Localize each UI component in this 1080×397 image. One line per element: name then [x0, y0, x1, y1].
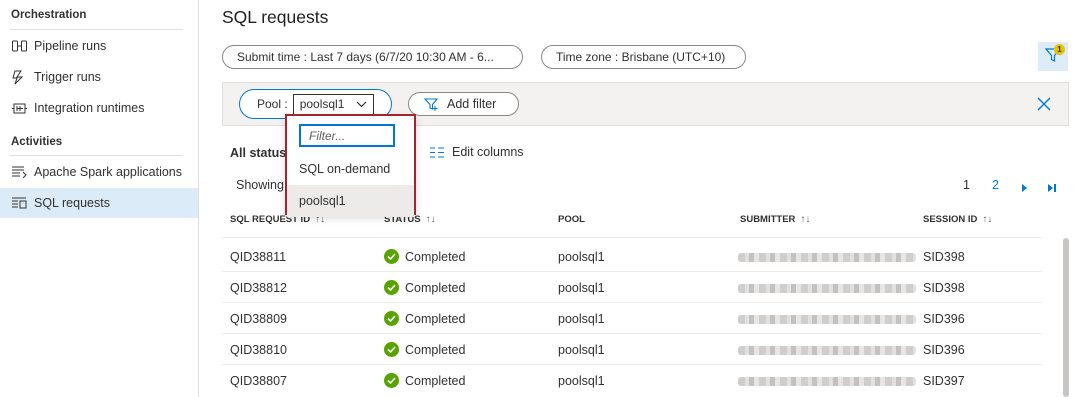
- pool-option-poolsql1[interactable]: poolsql1: [287, 185, 414, 217]
- pool-cell: poolsql1: [558, 250, 605, 264]
- request-id-cell: QID38812: [230, 281, 287, 295]
- status-cell: Completed: [384, 280, 465, 295]
- divider: [10, 155, 183, 156]
- session-id-cell: SID398: [923, 250, 965, 264]
- edit-columns-icon: [430, 147, 444, 158]
- sidebar-item-label: Integration runtimes: [34, 101, 145, 115]
- trigger-icon: [11, 69, 27, 85]
- status-cell: Completed: [384, 311, 465, 326]
- pool-filter-search-input[interactable]: Filter...: [299, 124, 395, 147]
- session-id-cell: SID396: [923, 312, 965, 326]
- close-filter-bar-button[interactable]: [1035, 95, 1053, 113]
- last-page-icon: [1048, 181, 1057, 195]
- section-title-orchestration: Orchestration: [11, 9, 87, 21]
- filter-count-badge: 1: [1054, 44, 1065, 55]
- session-id-cell: SID397: [923, 374, 965, 388]
- filter-toggle-button[interactable]: 1: [1038, 42, 1068, 71]
- request-id-cell: QID38807: [230, 374, 287, 388]
- table-scrollbar[interactable]: [1063, 238, 1069, 397]
- pool-select[interactable]: poolsql1: [292, 93, 375, 115]
- sidebar-item-label: Trigger runs: [34, 70, 101, 84]
- check-icon: [384, 249, 399, 264]
- time-zone-filter[interactable]: Time zone : Brisbane (UTC+10): [541, 45, 746, 69]
- column-header-label: SESSION ID: [923, 214, 978, 225]
- submit-time-filter[interactable]: Submit time : Last 7 days (6/7/20 10:30 …: [222, 45, 523, 69]
- next-page-button[interactable]: [1021, 181, 1028, 195]
- check-icon: [384, 342, 399, 357]
- pool-dropdown-menu: Filter... SQL on-demand poolsql1: [285, 114, 416, 217]
- column-header-session-id[interactable]: SESSION ID ↑↓: [923, 214, 992, 225]
- request-id-cell: QID38810: [230, 343, 287, 357]
- pool-filter-label: Pool :: [257, 97, 288, 111]
- check-icon: [384, 373, 399, 388]
- pool-cell: poolsql1: [558, 343, 605, 357]
- status-label: Completed: [405, 311, 466, 326]
- check-icon: [384, 280, 399, 295]
- pool-cell: poolsql1: [558, 312, 605, 326]
- last-page-button[interactable]: [1048, 181, 1057, 195]
- sidebar-item-label: SQL requests: [34, 196, 110, 210]
- row-divider: [222, 302, 1042, 303]
- page-title: SQL requests: [222, 7, 329, 27]
- submitter-redacted: [738, 284, 916, 293]
- pool-option-sql-on-demand[interactable]: SQL on-demand: [287, 153, 414, 185]
- pipeline-icon: [11, 38, 27, 54]
- pool-select-value: poolsql1: [299, 97, 345, 111]
- status-label: Completed: [405, 280, 466, 295]
- sort-icon: ↑↓: [800, 214, 811, 225]
- row-divider: [222, 271, 1042, 272]
- sort-icon: ↑↓: [425, 214, 436, 225]
- status-label: Completed: [405, 373, 466, 388]
- showing-count-label: Showing: [236, 178, 284, 192]
- next-page-icon: [1021, 181, 1028, 195]
- integration-runtime-icon: [11, 100, 27, 116]
- status-cell: Completed: [384, 373, 465, 388]
- section-title-activities: Activities: [11, 136, 63, 148]
- close-icon: [1035, 97, 1053, 116]
- session-id-cell: SID396: [923, 343, 965, 357]
- page-1-button[interactable]: 1: [963, 178, 970, 192]
- column-header-pool[interactable]: POOL: [558, 214, 585, 225]
- add-filter-button[interactable]: Add filter: [408, 92, 519, 116]
- sidebar-item-pipeline-runs[interactable]: Pipeline runs: [0, 31, 198, 61]
- add-filter-label: Add filter: [447, 97, 497, 111]
- request-id-cell: QID38811: [230, 250, 287, 264]
- column-header-label: SUBMITTER: [740, 214, 796, 225]
- status-cell: Completed: [384, 342, 465, 357]
- header-divider: [222, 237, 1042, 238]
- row-divider: [222, 333, 1042, 334]
- sidebar: Orchestration Pipeline runs Trigger runs…: [0, 0, 199, 397]
- submitter-redacted: [738, 346, 916, 355]
- sidebar-item-apache-spark-applications[interactable]: Apache Spark applications: [0, 157, 198, 187]
- column-header-submitter[interactable]: SUBMITTER ↑↓: [740, 214, 810, 225]
- check-icon: [384, 311, 399, 326]
- submitter-redacted: [738, 253, 916, 262]
- sidebar-item-trigger-runs[interactable]: Trigger runs: [0, 62, 198, 92]
- sidebar-item-label: Pipeline runs: [34, 39, 107, 53]
- submitter-redacted: [738, 377, 916, 386]
- request-id-cell: QID38809: [230, 312, 287, 326]
- divider: [10, 29, 183, 30]
- session-id-cell: SID398: [923, 281, 965, 295]
- status-label: Completed: [405, 342, 466, 357]
- add-filter-icon: [424, 97, 439, 112]
- pool-cell: poolsql1: [558, 374, 605, 388]
- column-header-label: POOL: [558, 214, 585, 225]
- pool-cell: poolsql1: [558, 281, 605, 295]
- chevron-down-icon: [356, 97, 367, 111]
- page-2-button[interactable]: 2: [992, 178, 999, 192]
- status-cell: Completed: [384, 249, 465, 264]
- sidebar-item-integration-runtimes[interactable]: Integration runtimes: [0, 93, 198, 123]
- row-divider: [222, 364, 1042, 365]
- sidebar-item-label: Apache Spark applications: [34, 165, 183, 179]
- spark-icon: [11, 164, 27, 180]
- edit-columns-label: Edit columns: [452, 145, 524, 159]
- sql-requests-icon: [11, 195, 27, 211]
- status-label: Completed: [405, 249, 466, 264]
- status-filter-label[interactable]: All status: [230, 146, 286, 160]
- submitter-redacted: [738, 315, 916, 324]
- sidebar-item-sql-requests[interactable]: SQL requests: [0, 188, 198, 218]
- edit-columns-button[interactable]: Edit columns: [430, 145, 524, 159]
- sort-icon: ↑↓: [982, 214, 993, 225]
